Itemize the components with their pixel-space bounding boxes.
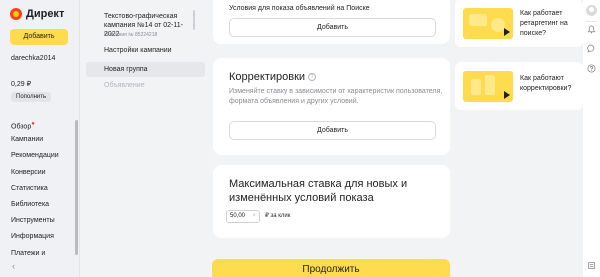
topup-button[interactable]: Пополнить (11, 92, 52, 102)
help-card-adjustments[interactable]: Как работают корректировки? (455, 62, 583, 110)
max-bid-input[interactable]: 50,00 × (226, 210, 260, 223)
bell-icon[interactable] (587, 25, 596, 34)
sidebar-item-campaigns[interactable]: Кампании (11, 132, 59, 148)
account-login[interactable]: darechka2014 (11, 55, 55, 62)
campaign-title-scrollbar[interactable] (193, 10, 195, 30)
conditions-title: Условия для показа объявлений на Поиске (229, 5, 370, 12)
account-balance: 0,29 ₽ (11, 81, 32, 88)
sidebar: Директ Добавить darechka2014 0,29 ₽ Попо… (0, 0, 80, 277)
video-thumbnail-icon (463, 71, 513, 102)
help-icon[interactable] (587, 64, 596, 73)
list-icon[interactable] (587, 261, 596, 270)
nav-campaign-settings[interactable]: Настройки кампании (104, 47, 172, 54)
continue-button[interactable]: Продолжить (212, 259, 450, 277)
yandex-logo-icon (10, 8, 22, 20)
add-button[interactable]: Добавить (10, 29, 68, 45)
notification-dot-icon: ● (31, 121, 35, 127)
adjustments-title-text: Корректировки (229, 71, 306, 83)
help-card-text: Как работает ретаргетинг на поиске? (520, 10, 568, 37)
sidebar-menu: Обзор● Кампании Рекомендации Конверсии С… (11, 116, 59, 262)
help-panel: Как работает ретаргетинг на поиске? Как … (455, 0, 583, 277)
help-card-retargeting[interactable]: Как работает ретаргетинг на поиске? (455, 0, 583, 47)
sidebar-item-tools[interactable]: Инструменты (11, 213, 59, 229)
right-icon-rail (583, 0, 600, 277)
chat-icon[interactable] (587, 44, 596, 53)
max-bid-card: Максимальная ставка для новых и изменённ… (213, 165, 450, 238)
add-conditions-button[interactable]: Добавить (229, 18, 436, 37)
collapse-sidebar-icon[interactable]: ‹ (12, 261, 15, 271)
adjustments-description: Изменяйте ставку в зависимости от характ… (229, 88, 443, 105)
adjustments-title: Корректировки? (229, 70, 317, 84)
sidebar-item-conversions[interactable]: Конверсии (11, 165, 59, 181)
sidebar-item-library[interactable]: Библиотека (11, 197, 59, 213)
play-icon (504, 91, 510, 99)
add-adjustment-button[interactable]: Добавить (229, 121, 436, 140)
avatar-icon[interactable] (586, 5, 597, 16)
play-icon (504, 28, 510, 36)
sidebar-item-statistics[interactable]: Статистика (11, 181, 59, 197)
sidebar-item-payments[interactable]: Платежи и (11, 246, 59, 262)
max-bid-title: Максимальная ставка для новых и изменённ… (229, 178, 408, 204)
sidebar-scrollbar[interactable] (75, 120, 78, 255)
sidebar-item-information[interactable]: Информация (11, 229, 59, 245)
video-thumbnail-icon (463, 8, 513, 39)
rail-divider (586, 21, 597, 22)
clear-icon[interactable]: × (252, 211, 256, 222)
question-icon[interactable]: ? (308, 73, 317, 82)
adjustments-card: Корректировки? Изменяйте ставку в зависи… (213, 58, 450, 155)
nav-new-group[interactable]: Новая группа (86, 62, 205, 77)
campaign-panel: Текстово-графическая кампания №14 от 02-… (82, 0, 205, 277)
sidebar-item-label: Обзор (11, 123, 32, 131)
main-content: Условия для показа объявлений на Поиске … (210, 0, 450, 277)
nav-ad: Объявление (104, 82, 145, 89)
max-bid-value: 50,00 (230, 213, 246, 219)
brand-name: Директ (26, 8, 65, 20)
conditions-card: Условия для показа объявлений на Поиске … (213, 0, 450, 44)
help-card-text: Как работают корректировки? (520, 75, 572, 92)
campaign-number: Кампания № 85224218 (104, 32, 158, 38)
direct-logo[interactable]: Директ (10, 8, 64, 20)
max-bid-unit: ₽ за клик (265, 213, 291, 219)
sidebar-item-overview[interactable]: Обзор● (11, 116, 59, 132)
sidebar-item-recommendations[interactable]: Рекомендации (11, 148, 59, 164)
